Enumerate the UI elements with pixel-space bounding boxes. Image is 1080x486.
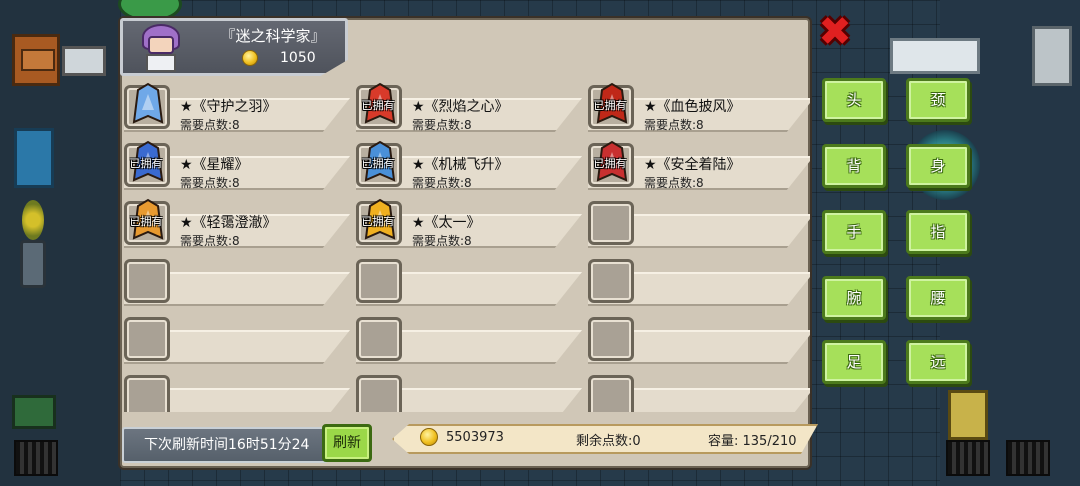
- item-name: ★《星耀》: [180, 157, 249, 173]
- item-slot[interactable]: 已拥有 ★《轻霭澄澈》 需要点数:8: [122, 196, 352, 248]
- item-icon-frame: [588, 375, 634, 412]
- item-icon-frame: [124, 259, 170, 303]
- item-icon-frame: [356, 259, 402, 303]
- category-button[interactable]: 身: [906, 144, 970, 188]
- vase-prop: [20, 240, 46, 288]
- category-button[interactable]: 足: [822, 340, 886, 384]
- item-name: ★《轻霭澄澈》: [180, 215, 277, 231]
- avatar-face: [148, 36, 174, 54]
- avatar-lab-coat: [146, 54, 176, 72]
- owned-badge: 已拥有: [593, 99, 627, 112]
- circuit-board-prop: [12, 395, 56, 429]
- owned-badge: 已拥有: [361, 99, 395, 112]
- empty-item-slot[interactable]: [586, 370, 810, 412]
- floor-vent: [14, 440, 58, 476]
- category-button[interactable]: 手: [822, 210, 886, 254]
- item-icon-frame: [356, 375, 402, 412]
- item-icon-frame: [124, 375, 170, 412]
- category-button[interactable]: 腰: [906, 276, 970, 320]
- item-icon-frame: [588, 201, 634, 245]
- category-button[interactable]: 头: [822, 78, 886, 122]
- empty-item-slot[interactable]: [122, 254, 352, 306]
- robot-prop: [948, 390, 988, 440]
- item-cost: 需要点数:8: [180, 176, 240, 190]
- item-icon-frame: [124, 317, 170, 361]
- coin-icon: [420, 428, 438, 446]
- item-name: ★《太一》: [412, 215, 481, 231]
- inventory-capacity: 容量: 135/210: [708, 434, 797, 449]
- item-icon-frame: [356, 317, 402, 361]
- remaining-points: 剩余点数:0: [576, 434, 641, 449]
- category-button[interactable]: 背: [822, 144, 886, 188]
- item-name: ★《烈焰之心》: [412, 99, 509, 115]
- empty-item-slot[interactable]: [354, 254, 584, 306]
- item-slot[interactable]: 已拥有 ★《星耀》需要点数:8: [122, 138, 352, 190]
- item-cost: 需要点数:8: [412, 118, 472, 132]
- empty-item-slot[interactable]: [586, 254, 810, 306]
- printer-prop: [62, 46, 106, 76]
- empty-item-slot[interactable]: [122, 370, 352, 412]
- item-cost: 需要点数:8: [180, 118, 240, 132]
- owned-badge: 已拥有: [129, 157, 163, 170]
- empty-item-slot[interactable]: [122, 312, 352, 364]
- item-icon-frame: [588, 259, 634, 303]
- coin-icon: [242, 50, 258, 66]
- category-button[interactable]: 颈: [906, 78, 970, 122]
- owned-badge: 已拥有: [129, 215, 163, 228]
- item-cost: 需要点数:8: [412, 176, 472, 190]
- plant-prop: [22, 200, 44, 240]
- player-gold: 5503973: [446, 430, 504, 445]
- close-icon[interactable]: ✖: [816, 12, 854, 52]
- refresh-timer: 下次刷新时间16时51分24: [122, 427, 328, 463]
- item-slot[interactable]: 已拥有 ★《烈焰之心》 需要点数:8: [354, 80, 584, 132]
- wing-feather-icon: [132, 82, 164, 124]
- chair-prop: [14, 128, 54, 188]
- owned-badge: 已拥有: [593, 157, 627, 170]
- item-name: ★《安全着陆》: [644, 157, 741, 173]
- item-slot[interactable]: 已拥有 ★《太一》需要点数:8: [354, 196, 584, 248]
- merchant-name: 『迷之科学家』: [220, 27, 326, 45]
- item-name: ★《血色披风》: [644, 99, 741, 115]
- category-button[interactable]: 远: [906, 340, 970, 384]
- item-name: ★《机械飞升》: [412, 157, 509, 173]
- category-button[interactable]: 腕: [822, 276, 886, 320]
- item-slot[interactable]: 已拥有 ★《安全着陆》 需要点数:8: [586, 138, 810, 190]
- floor-vent: [1006, 440, 1050, 476]
- refresh-button[interactable]: 刷新: [322, 424, 372, 462]
- item-cost: 需要点数:8: [644, 176, 704, 190]
- item-name: ★《守护之羽》: [180, 99, 277, 115]
- item-cost: 需要点数:8: [180, 234, 240, 248]
- item-icon-frame: [588, 317, 634, 361]
- owned-badge: 已拥有: [361, 157, 395, 170]
- lab-bench-prop: [890, 38, 980, 74]
- empty-item-slot[interactable]: [354, 370, 584, 412]
- empty-item-slot[interactable]: [586, 196, 810, 248]
- empty-item-slot[interactable]: [586, 312, 810, 364]
- owned-badge: 已拥有: [361, 215, 395, 228]
- item-slot[interactable]: 已拥有 ★《血色披风》 需要点数:8: [586, 80, 810, 132]
- merchant-avatar: [136, 22, 186, 72]
- dresser-prop: [12, 34, 60, 86]
- item-slot[interactable]: 已拥有 ★《机械飞升》 需要点数:8: [354, 138, 584, 190]
- cabinet-prop: [1032, 26, 1072, 86]
- item-grid: ★《守护之羽》 需要点数:8 已拥有 ★《烈焰之心》 需要点数:8 已拥有 ★《血色披风》需…: [122, 80, 810, 412]
- merchant-gold: 1050: [280, 50, 316, 66]
- item-cost: 需要点数:8: [412, 234, 472, 248]
- item-cost: 需要点数:8: [644, 118, 704, 132]
- item-slot[interactable]: ★《守护之羽》 需要点数:8: [122, 80, 352, 132]
- empty-item-slot[interactable]: [354, 312, 584, 364]
- floor-vent: [946, 440, 990, 476]
- category-button[interactable]: 指: [906, 210, 970, 254]
